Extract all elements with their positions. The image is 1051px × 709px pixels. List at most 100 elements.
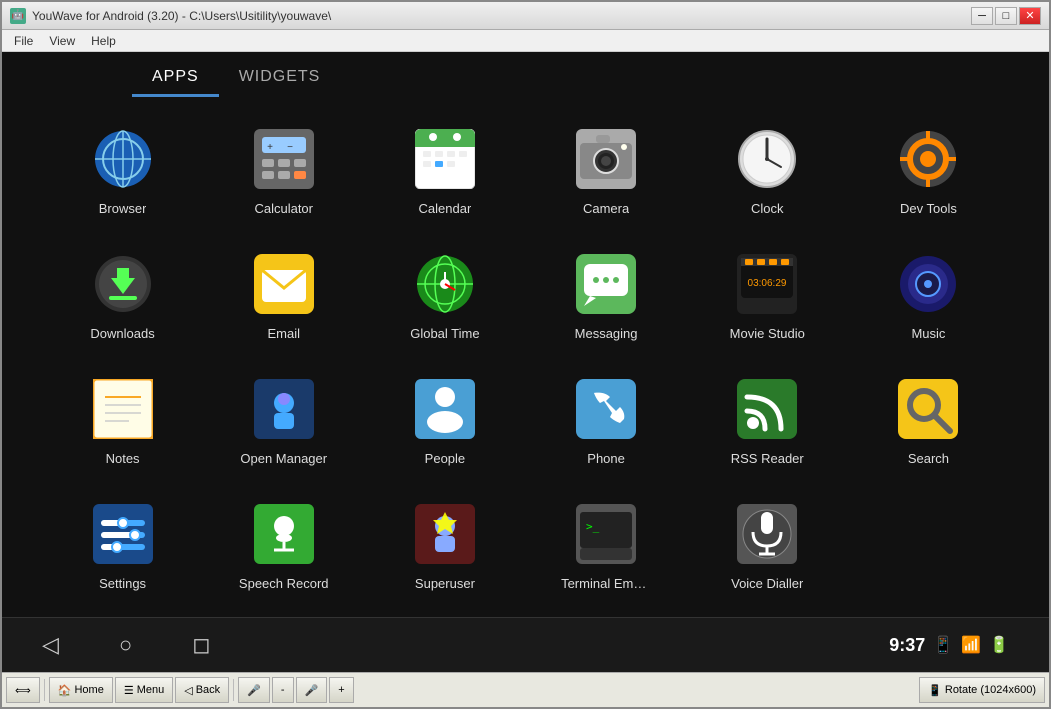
window-title: YouWave for Android (3.20) - C:\Users\Us… <box>32 9 331 23</box>
app-item-camera[interactable]: Camera <box>526 107 687 232</box>
app-label: Voice Dialler <box>731 576 803 591</box>
app-icon-people <box>409 373 481 445</box>
svg-text:−: − <box>287 142 293 153</box>
app-item-speech-record[interactable]: Speech Record <box>203 482 364 607</box>
app-label: Global Time <box>410 326 479 341</box>
app-label: Downloads <box>90 326 154 341</box>
app-icon-downloads <box>87 248 159 320</box>
menu-file[interactable]: File <box>6 32 41 50</box>
app-icon-phone <box>570 373 642 445</box>
menu-help[interactable]: Help <box>83 32 124 50</box>
app-label: Notes <box>106 451 140 466</box>
app-item-clock[interactable]: Clock <box>687 107 848 232</box>
taskbar-back-button[interactable]: ⟺ <box>6 677 40 703</box>
app-item-messaging[interactable]: Messaging <box>526 232 687 357</box>
app-item-dev-tools[interactable]: Dev Tools <box>848 107 1009 232</box>
recents-nav-button[interactable]: ◻ <box>192 632 210 658</box>
app-item-browser[interactable]: Browser <box>42 107 203 232</box>
app-label: Superuser <box>415 576 475 591</box>
app-label: Search <box>908 451 949 466</box>
taskbar-mic-plus-button[interactable]: + <box>329 677 353 703</box>
title-bar-left: 🤖 YouWave for Android (3.20) - C:\Users\… <box>10 8 331 24</box>
app-item-settings[interactable]: Settings <box>42 482 203 607</box>
back-nav-button[interactable]: ◁ <box>42 632 59 658</box>
app-label: Open Manager <box>240 451 327 466</box>
home-nav-button[interactable]: ○ <box>119 632 132 658</box>
app-item-search[interactable]: Search <box>848 357 1009 482</box>
app-item-people[interactable]: People <box>364 357 525 482</box>
taskbar-right: 📱 Rotate (1024x600) <box>919 677 1045 703</box>
app-item-calendar[interactable]: Calendar <box>364 107 525 232</box>
taskbar-home-button[interactable]: 🏠 Home <box>49 677 113 703</box>
app-item-voice-dialler[interactable]: Voice Dialler <box>687 482 848 607</box>
app-item-calculator[interactable]: +− Calculator <box>203 107 364 232</box>
app-label: Browser <box>99 201 147 216</box>
app-icon-terminal-emula...: >_ <box>570 498 642 570</box>
app-icon-global-time <box>409 248 481 320</box>
app-icon-superuser <box>409 498 481 570</box>
app-item-superuser[interactable]: Superuser <box>364 482 525 607</box>
app-icon: 🤖 <box>10 8 26 24</box>
taskbar-menu-button[interactable]: ☰ Menu <box>115 677 173 703</box>
app-icon-speech-record <box>248 498 320 570</box>
tab-widgets[interactable]: WIDGETS <box>219 60 341 97</box>
status-signal-icon: 📶 <box>961 635 981 655</box>
back-icon: ⟺ <box>15 684 31 697</box>
taskbar-mic-icon2[interactable]: 🎤 <box>296 677 328 703</box>
app-label: People <box>425 451 465 466</box>
maximize-button[interactable]: □ <box>995 7 1017 25</box>
taskbar-mic-minus-button[interactable]: - <box>272 677 294 703</box>
app-icon-movie-studio: 03:06:29 <box>731 248 803 320</box>
app-item-notes[interactable]: Notes <box>42 357 203 482</box>
app-icon-open-manager <box>248 373 320 445</box>
android-nav: ◁ ○ ◻ 9:37 📱 📶 🔋 <box>2 617 1049 672</box>
app-item-terminal-emula...[interactable]: >_ Terminal Emula... <box>526 482 687 607</box>
svg-text:03:06:29: 03:06:29 <box>748 278 787 289</box>
app-label: Terminal Emula... <box>561 576 651 591</box>
close-button[interactable]: ✕ <box>1019 7 1041 25</box>
app-icon-camera <box>570 123 642 195</box>
app-item-open-manager[interactable]: Open Manager <box>203 357 364 482</box>
app-item-global-time[interactable]: Global Time <box>364 232 525 357</box>
app-icon-browser <box>87 123 159 195</box>
home-icon: 🏠 <box>58 684 72 697</box>
app-item-music[interactable]: Music <box>848 232 1009 357</box>
menu-view[interactable]: View <box>41 32 83 50</box>
app-label: Calendar <box>419 201 472 216</box>
app-tabs: APPS WIDGETS <box>2 52 1049 97</box>
app-icon-calendar <box>409 123 481 195</box>
title-bar: 🤖 YouWave for Android (3.20) - C:\Users\… <box>2 2 1049 30</box>
android-emulator: APPS WIDGETS Browser +− Calculator Calendar… <box>2 52 1049 672</box>
app-item-phone[interactable]: Phone <box>526 357 687 482</box>
app-icon-dev-tools <box>892 123 964 195</box>
app-label: Clock <box>751 201 784 216</box>
app-icon-clock <box>731 123 803 195</box>
app-label: RSS Reader <box>731 451 804 466</box>
app-label: Calculator <box>254 201 313 216</box>
app-label: Email <box>267 326 300 341</box>
app-icon-messaging <box>570 248 642 320</box>
app-item-rss-reader[interactable]: RSS Reader <box>687 357 848 482</box>
back2-icon: ◁ <box>184 684 192 697</box>
svg-text:>_: >_ <box>586 520 600 533</box>
app-item-downloads[interactable]: Downloads <box>42 232 203 357</box>
tab-apps[interactable]: APPS <box>132 60 219 97</box>
app-item-email[interactable]: Email <box>203 232 364 357</box>
app-label: Movie Studio <box>730 326 805 341</box>
app-icon-search <box>892 373 964 445</box>
minimize-button[interactable]: ─ <box>971 7 993 25</box>
status-battery-icon: 🔋 <box>989 635 1009 655</box>
app-label: Messaging <box>575 326 638 341</box>
app-label: Dev Tools <box>900 201 957 216</box>
pc-taskbar: ⟺ 🏠 Home ☰ Menu ◁ Back 🎤 - 🎤 + 📱 Rotate … <box>2 672 1049 707</box>
taskbar-mic-icon[interactable]: 🎤 <box>238 677 270 703</box>
app-icon-voice-dialler <box>731 498 803 570</box>
app-item-movie-studio[interactable]: 03:06:29 Movie Studio <box>687 232 848 357</box>
rotate-icon: 📱 <box>928 684 942 697</box>
window-controls: ─ □ ✕ <box>971 7 1041 25</box>
app-label: Phone <box>587 451 625 466</box>
taskbar-back2-button[interactable]: ◁ Back <box>175 677 229 703</box>
app-icon-calculator: +− <box>248 123 320 195</box>
main-window: 🤖 YouWave for Android (3.20) - C:\Users\… <box>0 0 1051 709</box>
rotate-button[interactable]: 📱 Rotate (1024x600) <box>919 677 1045 703</box>
